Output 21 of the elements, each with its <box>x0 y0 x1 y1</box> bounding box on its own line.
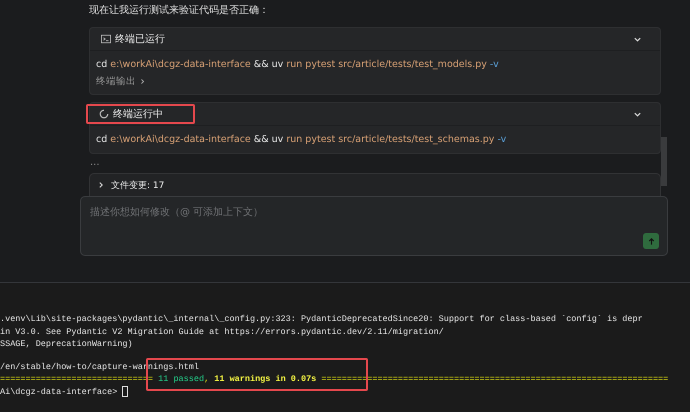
spinner-icon <box>99 109 109 119</box>
terminal-icon <box>101 34 111 44</box>
terminal-line: SSAGE, DeprecationWarning) <box>0 338 134 350</box>
terminal-output-link[interactable]: 终端输出 <box>96 75 136 88</box>
terminal-prompt: Ai\dcgz-data-interface> <box>0 386 118 398</box>
message-text: 现在让我运行测试来验证代码是否正确： <box>88 4 270 18</box>
message-input[interactable]: 描述你想如何修改（@ 可添加上下文） <box>80 196 668 256</box>
send-button[interactable] <box>643 233 659 249</box>
command-text: cd e:\workAi\dcgz-data-interface && uv run pytest src/article/tests/test_models.py -v <box>96 58 500 72</box>
more-text: ... <box>89 159 101 170</box>
scrollbar-thumb[interactable] <box>661 137 667 186</box>
terminal-line: in V3.0. See Pydantic V2 Migration Guide at https://errors.pydantic.dev/2.11/migration/ <box>0 326 445 338</box>
file-changes-label: 文件变更: 17 <box>111 180 164 192</box>
terminal-line: .venv\Lib\site-packages\pydantic\_internal\_config.py:323: PydanticDeprecatedSince20: Support for class-based `config` is depr <box>0 313 644 326</box>
arrow-up-icon <box>646 236 656 246</box>
file-changes-bar[interactable]: 文件变更: 17 <box>89 173 661 196</box>
card-title: 终端已运行 <box>115 32 165 46</box>
card-title: 终端运行中 <box>113 108 163 121</box>
text-cursor <box>122 386 128 398</box>
chevron-right-icon[interactable] <box>139 78 146 85</box>
command-text: cd e:\workAi\dcgz-data-interface && uv run pytest src/article/tests/test_schemas.py -v <box>96 133 508 147</box>
